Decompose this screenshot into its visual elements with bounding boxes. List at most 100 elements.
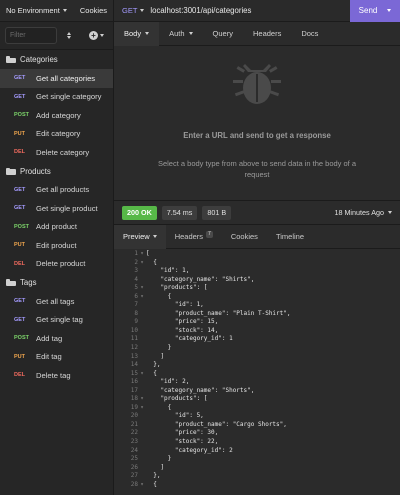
line-number: 7 (134, 301, 138, 309)
code-line: 14 }, (114, 361, 400, 370)
line-number: 13 (130, 352, 138, 360)
environment-selector[interactable]: No Environment (6, 6, 67, 15)
fold-toggle-icon[interactable] (138, 378, 146, 387)
fold-toggle-icon[interactable]: ▾ (138, 404, 146, 413)
tab-cookies[interactable]: Cookies (222, 225, 267, 249)
fold-toggle-icon[interactable] (138, 327, 146, 336)
tab-response-headers[interactable]: Headers 7 (166, 225, 222, 249)
fold-toggle-icon[interactable] (138, 464, 146, 473)
fold-toggle-icon[interactable] (138, 438, 146, 447)
tab-query[interactable]: Query (203, 22, 243, 46)
cookies-button[interactable]: Cookies (80, 6, 107, 15)
code-text: "category_name": "Shorts", (146, 386, 255, 394)
method-selector[interactable]: GET (114, 6, 145, 15)
fold-toggle-icon[interactable]: ▾ (138, 293, 146, 302)
folder-products[interactable]: Products (0, 162, 113, 181)
line-number: 11 (130, 335, 138, 343)
fold-toggle-icon[interactable] (138, 318, 146, 327)
fold-toggle-icon[interactable]: ▾ (138, 395, 146, 404)
fold-toggle-icon[interactable] (138, 344, 146, 353)
fold-toggle-icon[interactable] (138, 353, 146, 362)
code-line: 1 ▾[ (114, 250, 400, 259)
line-number: 12 (130, 344, 138, 352)
request-item[interactable]: POST Add product (0, 218, 113, 237)
request-label: Get all tags (36, 296, 75, 306)
request-item[interactable]: GET Get single category (0, 88, 113, 107)
fold-toggle-icon[interactable]: ▾ (138, 284, 146, 293)
response-size-badge: 801 B (202, 205, 232, 220)
code-line: 25 } (114, 455, 400, 464)
fold-toggle-icon[interactable] (138, 335, 146, 344)
tab-label: Auth (169, 29, 185, 38)
sort-icon[interactable] (62, 32, 76, 39)
code-text: { (146, 258, 157, 266)
empty-state-subtitle: Select a body type from above to send da… (157, 159, 357, 179)
method-badge: POST (14, 335, 29, 342)
fold-toggle-icon[interactable] (138, 301, 146, 310)
request-item[interactable]: DEL Delete category (0, 143, 113, 162)
folder-categories[interactable]: Categories (0, 50, 113, 69)
fold-toggle-icon[interactable] (138, 412, 146, 421)
request-item[interactable]: PUT Edit category (0, 125, 113, 144)
chevron-down-icon (188, 32, 193, 35)
folder-label: Categories (20, 55, 58, 64)
fold-toggle-icon[interactable] (138, 276, 146, 285)
request-item[interactable]: GET Get single tag (0, 311, 113, 330)
fold-toggle-icon[interactable] (138, 387, 146, 396)
request-item[interactable]: POST Add tag (0, 329, 113, 348)
fold-toggle-icon[interactable] (138, 447, 146, 456)
tab-label: Query (212, 29, 233, 38)
tab-preview[interactable]: Preview (114, 224, 166, 249)
request-tabs: Body Auth Query Headers Docs (114, 21, 400, 46)
method-badge: PUT (14, 130, 25, 137)
line-number: 25 (130, 455, 138, 463)
environment-label: No Environment (6, 6, 60, 15)
request-item[interactable]: GET Get single product (0, 199, 113, 218)
code-text: ] (146, 463, 165, 471)
fold-toggle-icon[interactable] (138, 267, 146, 276)
code-line: 24 "category_id": 2 (114, 447, 400, 456)
fold-toggle-icon[interactable] (138, 429, 146, 438)
tab-timeline[interactable]: Timeline (267, 225, 313, 249)
fold-toggle-icon[interactable] (138, 361, 146, 370)
tab-headers[interactable]: Headers (243, 22, 291, 46)
history-selector[interactable]: 18 Minutes Ago (334, 208, 400, 217)
fold-toggle-icon[interactable] (138, 472, 146, 481)
tab-auth[interactable]: Auth (159, 22, 202, 46)
code-text: }, (146, 472, 161, 480)
request-item[interactable]: PUT Edit product (0, 236, 113, 255)
fold-toggle-icon[interactable]: ▾ (138, 481, 146, 490)
folder-icon (6, 167, 16, 175)
method-badge: PUT (14, 353, 25, 360)
chevron-down-icon (388, 211, 392, 214)
fold-toggle-icon[interactable]: ▾ (138, 370, 146, 379)
code-line: 27 }, (114, 472, 400, 481)
url-input[interactable]: localhost:3001/api/categories (144, 6, 350, 15)
send-button[interactable]: Send (350, 0, 400, 22)
code-text: "price": 15, (146, 318, 219, 326)
request-item[interactable]: GET Get all categories (0, 69, 113, 88)
request-item[interactable]: DEL Delete product (0, 255, 113, 274)
fold-toggle-icon[interactable] (138, 455, 146, 464)
fold-toggle-icon[interactable] (138, 310, 146, 319)
request-label: Edit category (36, 129, 81, 139)
response-body-viewer[interactable]: 1 ▾[2 ▾ {3 "id": 1, 4 "category_name": "Shi… (114, 250, 400, 489)
code-text: "category_id": 1 (146, 335, 233, 343)
request-item[interactable]: GET Get all tags (0, 292, 113, 311)
fold-toggle-icon[interactable]: ▾ (138, 259, 146, 268)
method-badge: GET (14, 75, 26, 82)
request-item[interactable]: GET Get all products (0, 181, 113, 200)
request-item[interactable]: PUT Edit tag (0, 348, 113, 367)
code-line: 16 "id": 2, (114, 378, 400, 387)
folder-tags[interactable]: Tags (0, 273, 113, 292)
filter-input[interactable]: Filter (5, 27, 57, 44)
code-text: } (146, 455, 172, 463)
request-item[interactable]: POST Add category (0, 106, 113, 125)
request-item[interactable]: DEL Delete tag (0, 366, 113, 385)
add-menu-button[interactable]: + (89, 31, 104, 40)
tab-docs[interactable]: Docs (291, 22, 328, 46)
fold-toggle-icon[interactable]: ▾ (138, 250, 146, 259)
send-label: Send (358, 6, 378, 15)
fold-toggle-icon[interactable] (138, 421, 146, 430)
tab-body[interactable]: Body (114, 21, 160, 46)
